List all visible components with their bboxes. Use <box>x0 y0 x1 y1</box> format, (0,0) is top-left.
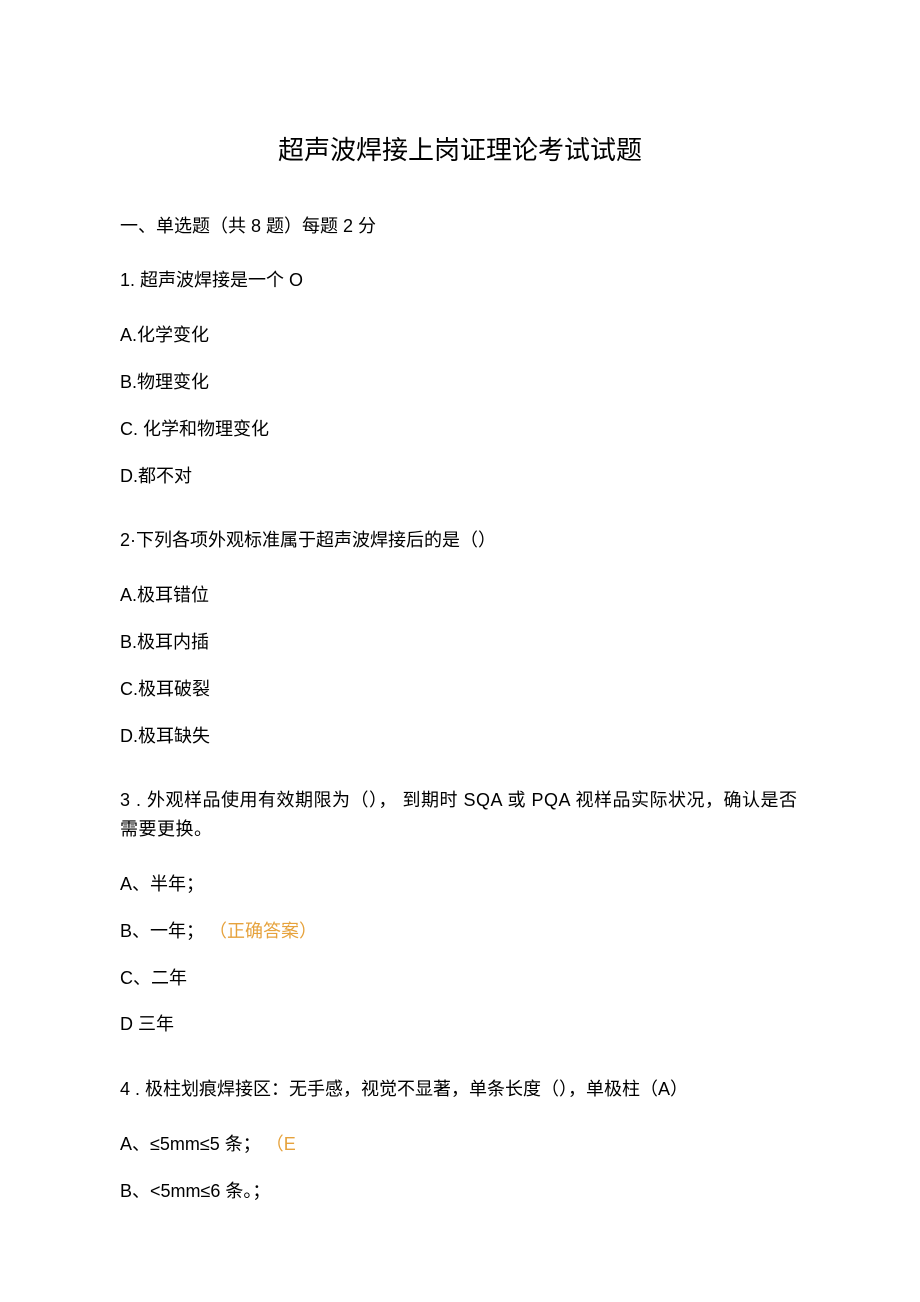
page-title: 超声波焊接上岗证理论考试试题 <box>120 130 800 172</box>
question-4: 4 . 极柱划痕焊接区：无手感，视觉不显著，单条长度（），单极柱（A） A、≤5… <box>120 1075 800 1205</box>
q3-option-a: A、半年； <box>120 870 800 899</box>
q2-text: 2·下列各项外观标准属于超声波焊接后的是（） <box>120 526 800 555</box>
q4-option-a: A、≤5mm≤5 条； （E <box>120 1130 800 1159</box>
q3-option-c: C、二年 <box>120 964 800 993</box>
q1-option-c: C. 化学和物理变化 <box>120 415 800 444</box>
section-heading: 一、单选题（共 8 题）每题 2 分 <box>120 212 800 241</box>
q1-option-b: B.物理变化 <box>120 368 800 397</box>
q4-a-text: A、≤5mm≤5 条； <box>120 1134 261 1154</box>
q4-text: 4 . 极柱划痕焊接区：无手感，视觉不显著，单条长度（），单极柱（A） <box>120 1075 800 1104</box>
question-1: 1. 超声波焊接是一个 O A.化学变化 B.物理变化 C. 化学和物理变化 D… <box>120 266 800 490</box>
correct-answer-label: （正确答案） <box>209 921 317 941</box>
question-2: 2·下列各项外观标准属于超声波焊接后的是（） A.极耳错位 B.极耳内插 C.极… <box>120 526 800 750</box>
question-3: 3 . 外观样品使用有效期限为（）， 到期时 SQA 或 PQA 视样品实际状况… <box>120 786 800 1039</box>
q2-option-b: B.极耳内插 <box>120 628 800 657</box>
q1-text: 1. 超声波焊接是一个 O <box>120 266 800 295</box>
q3-text: 3 . 外观样品使用有效期限为（）， 到期时 SQA 或 PQA 视样品实际状况… <box>120 786 800 844</box>
q3-option-d: D 三年 <box>120 1010 800 1039</box>
q4-a-mark: （E <box>266 1134 296 1154</box>
q2-option-c: C.极耳破裂 <box>120 675 800 704</box>
q1-option-d: D.都不对 <box>120 462 800 491</box>
q2-option-d: D.极耳缺失 <box>120 722 800 751</box>
q3-b-text: B、一年； <box>120 921 204 941</box>
q3-option-b: B、一年； （正确答案） <box>120 917 800 946</box>
q2-option-a: A.极耳错位 <box>120 581 800 610</box>
q4-option-b: B、<5mm≤6 条。； <box>120 1177 800 1206</box>
q1-option-a: A.化学变化 <box>120 321 800 350</box>
